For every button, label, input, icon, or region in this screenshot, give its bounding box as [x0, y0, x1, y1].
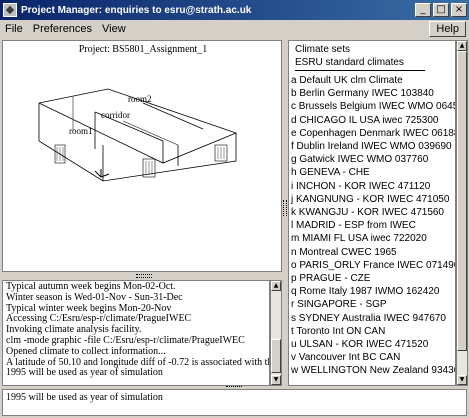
minimize-button[interactable]: _: [415, 3, 431, 17]
vertical-splitter[interactable]: [283, 200, 287, 216]
list-scroll-thumb[interactable]: [457, 51, 467, 351]
log-scrollbar[interactable]: ▲ ▼: [270, 280, 282, 386]
list-divider: [295, 70, 425, 71]
log-panel[interactable]: Typical autumn week begins Mon-02-Oct. W…: [2, 280, 270, 386]
list-scrollbar[interactable]: ▲ ▼: [456, 40, 468, 386]
help-button[interactable]: Help: [429, 21, 466, 37]
list-item[interactable]: h GENEVA - CHE: [289, 166, 455, 179]
log-line: 1995 will be used as year of simulation: [6, 367, 163, 379]
list-item[interactable]: s SYDNEY Australia IWEC 947670: [289, 312, 455, 325]
list-heading: Climate sets: [295, 44, 351, 55]
list-item[interactable]: a Default UK clm Climate: [289, 74, 455, 87]
list-item[interactable]: r SINGAPORE - SGP: [289, 298, 455, 311]
menu-bar: File Preferences View Help: [0, 20, 469, 38]
list-item[interactable]: i INCHON - KOR IWEC 471120: [289, 180, 455, 193]
list-item[interactable]: u ULSAN - KOR IWEC 471520: [289, 338, 455, 351]
climate-list[interactable]: Climate sets ESRU standard climates a De…: [288, 40, 456, 386]
list-item[interactable]: e Copenhagen Denmark IWEC 061880: [289, 127, 455, 140]
scroll-up-icon[interactable]: ▲: [457, 41, 467, 51]
scroll-up-icon[interactable]: ▲: [271, 281, 281, 291]
title-bar: Project Manager: enquiries to esru@strat…: [0, 0, 469, 20]
log-line: Opened climate to collect information...: [6, 345, 166, 357]
menu-preferences[interactable]: Preferences: [28, 23, 97, 35]
window-title: Project Manager: enquiries to esru@strat…: [21, 4, 252, 16]
list-item[interactable]: k KWANGJU - KOR IWEC 471560: [289, 206, 455, 219]
list-item[interactable]: b Berlin Germany IWEC 103840: [289, 87, 455, 100]
list-item[interactable]: p PRAGUE - CZE: [289, 272, 455, 285]
maximize-button[interactable]: □: [433, 3, 449, 17]
list-item[interactable]: o PARIS_ORLY France IWEC 071490: [289, 259, 455, 272]
list-item[interactable]: m MIAMI FL USA iwec 722020: [289, 232, 455, 245]
menu-view[interactable]: View: [97, 23, 131, 35]
list-item[interactable]: q Rome Italy 1987 IWMO 162420: [289, 285, 455, 298]
app-icon[interactable]: [3, 3, 17, 17]
horizontal-splitter[interactable]: [136, 274, 152, 278]
room-label-room2: room2: [128, 94, 152, 104]
log-line: Winter season is Wed-01-Nov - Sun-31-Dec: [6, 291, 183, 303]
scroll-down-icon[interactable]: ▼: [457, 375, 467, 385]
list-item[interactable]: n Montreal CWEC 1965: [289, 246, 455, 259]
building-wireframe: [38, 88, 238, 182]
scroll-down-icon[interactable]: ▼: [271, 375, 281, 385]
origin-axes-icon: [94, 169, 110, 178]
list-item[interactable]: v Vancouver Int BC CAN: [289, 351, 455, 364]
command-line[interactable]: 1995 will be used as year of simulation: [2, 389, 467, 416]
list-item[interactable]: j KANGNUNG - KOR IWEC 471050: [289, 193, 455, 206]
close-button[interactable]: ×: [451, 3, 467, 17]
log-scroll-thumb[interactable]: [271, 339, 281, 373]
list-item[interactable]: t Toronto Int ON CAN: [289, 325, 455, 338]
list-item[interactable]: g Gatwick IWEC WMO 037760: [289, 153, 455, 166]
menu-file[interactable]: File: [0, 23, 28, 35]
room-label-corridor: corridor: [101, 110, 130, 120]
list-item[interactable]: l MADRID - ESP from IWEC: [289, 219, 455, 232]
room-label-room1: room1: [69, 126, 93, 136]
list-item[interactable]: d CHICAGO IL USA iwec 725300: [289, 114, 455, 127]
model-viewer[interactable]: Project: BS5801_Assignment_1 room1 corri…: [2, 40, 282, 272]
list-subheading: ESRU standard climates: [295, 57, 404, 68]
list-item[interactable]: f Dublin Ireland IWEC WMO 039690: [289, 140, 455, 153]
list-item[interactable]: c Brussels Belgium IWEC WMO 0645: [289, 100, 455, 113]
list-item[interactable]: w WELLINGTON New Zealand 934360: [289, 364, 455, 377]
